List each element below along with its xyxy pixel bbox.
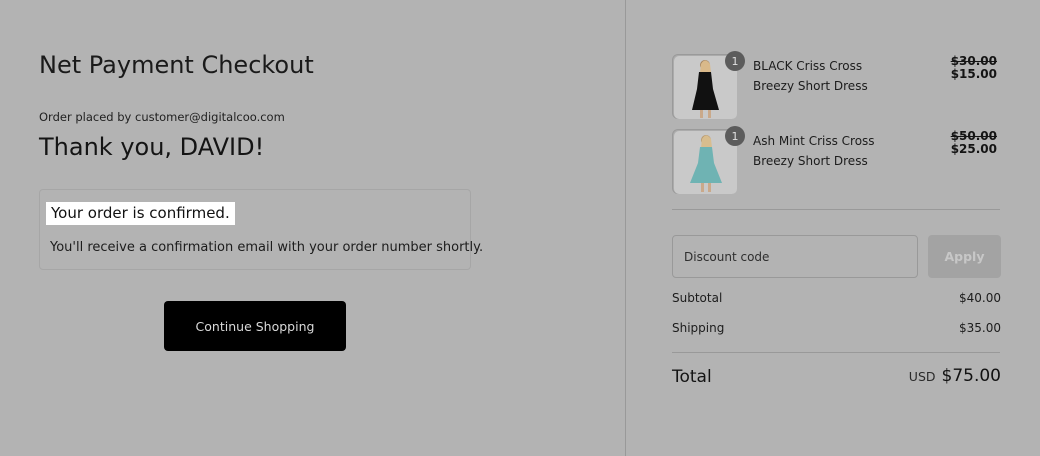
order-confirmation-box: Your order is confirmed. You'll receive … [39,189,483,270]
continue-shopping-button[interactable]: Continue Shopping [164,301,346,351]
item-original-price: $50.00 [950,129,997,143]
store-name: Net Payment Checkout [39,51,314,79]
confirmation-message: You'll receive a confirmation email with… [50,240,484,255]
shipping-label: Shipping [672,321,725,335]
order-confirmed-title: Your order is confirmed. [46,202,235,225]
item-price: $25.00 [950,142,997,156]
total-amount: $75.00 [941,366,1001,386]
currency-code: USD [908,369,936,384]
product-thumbnail: 1 [672,51,745,119]
cart-item: 1 Ash Mint Criss Cross Breezy Short Dres… [672,126,1002,195]
thank-you-heading: Thank you, DAVID! [39,133,265,161]
subtotal-value: $40.00 [959,291,1001,305]
product-thumbnail: 1 [672,126,745,194]
item-original-price: $30.00 [950,54,997,68]
subtotal-label: Subtotal [672,291,723,305]
item-name: Ash Mint Criss Cross Breezy Short Dress [753,134,875,168]
order-placed-by: Order placed by customer@digitalcoo.com [39,110,285,124]
total-divider [672,352,1000,353]
apply-discount-button[interactable]: Apply [928,235,1001,278]
cart-item: 1 BLACK Criss Cross Breezy Short Dress $… [672,51,1002,120]
discount-code-input[interactable] [672,235,918,278]
quantity-badge: 1 [725,126,745,146]
total-label: Total [672,367,712,387]
item-price: $15.00 [950,67,997,81]
total-price: USD $75.00 [909,366,1001,386]
item-name: BLACK Criss Cross Breezy Short Dress [753,59,868,93]
summary-divider [672,209,1000,210]
order-summary-panel: 1 BLACK Criss Cross Breezy Short Dress $… [626,0,1040,456]
main-panel: Net Payment Checkout Order placed by cus… [0,0,625,456]
quantity-badge: 1 [725,51,745,71]
shipping-value: $35.00 [959,321,1001,335]
